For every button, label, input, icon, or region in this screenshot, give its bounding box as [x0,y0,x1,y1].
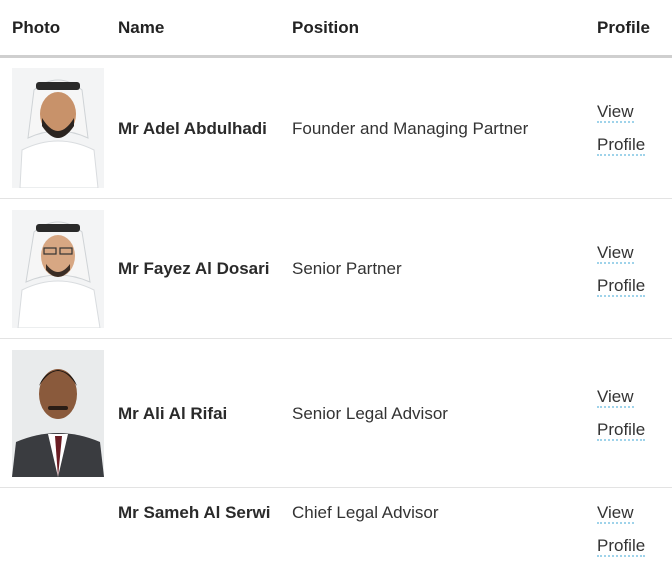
position-cell: Chief Legal Advisor [292,488,597,562]
view-profile-link[interactable]: View Profile [597,503,645,557]
header-photo: Photo [0,0,118,57]
view-profile-link[interactable]: View Profile [597,102,645,156]
link-line2: Profile [597,420,645,439]
position-cell: Senior Legal Advisor [292,339,597,488]
profile-cell: View Profile [597,57,672,199]
team-table: Photo Name Position Profile [0,0,672,562]
person-photo [12,210,104,328]
photo-cell [0,57,118,199]
name-cell: Mr Ali Al Rifai [118,339,292,488]
table-header-row: Photo Name Position Profile [0,0,672,57]
person-photo [12,350,104,477]
name-cell: Mr Adel Abdulhadi [118,57,292,199]
profile-cell: View Profile [597,339,672,488]
link-line2: Profile [597,536,645,555]
name-cell: Mr Sameh Al Serwi [118,488,292,562]
name-cell: Mr Fayez Al Dosari [118,199,292,339]
header-name: Name [118,0,292,57]
table-row: Mr Sameh Al Serwi Chief Legal Advisor Vi… [0,488,672,562]
link-line1: View [597,102,634,121]
link-line1: View [597,387,634,406]
link-line2: Profile [597,276,645,295]
link-line2: Profile [597,135,645,154]
person-photo [12,68,104,188]
profile-cell: View Profile [597,488,672,562]
link-line1: View [597,503,634,522]
table-row: Mr Adel Abdulhadi Founder and Managing P… [0,57,672,199]
position-cell: Founder and Managing Partner [292,57,597,199]
header-profile: Profile [597,0,672,57]
position-cell: Senior Partner [292,199,597,339]
link-line1: View [597,243,634,262]
photo-cell [0,339,118,488]
view-profile-link[interactable]: View Profile [597,243,645,297]
view-profile-link[interactable]: View Profile [597,387,645,441]
photo-cell [0,199,118,339]
profile-cell: View Profile [597,199,672,339]
header-position: Position [292,0,597,57]
table-row: Mr Ali Al Rifai Senior Legal Advisor Vie… [0,339,672,488]
table-row: Mr Fayez Al Dosari Senior Partner View P… [0,199,672,339]
photo-cell [0,488,118,562]
